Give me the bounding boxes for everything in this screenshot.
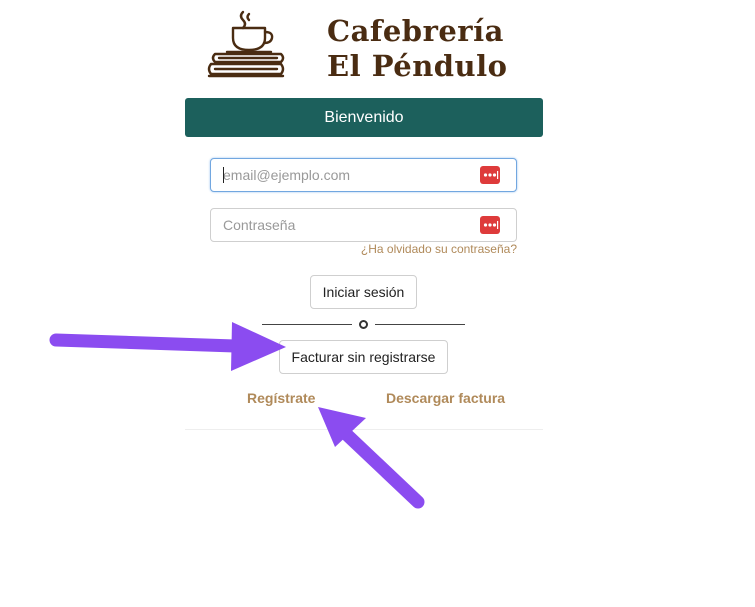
coffee-cup-on-books-icon <box>207 10 285 78</box>
password-manager-icon[interactable] <box>480 166 500 184</box>
welcome-banner: Bienvenido <box>185 98 543 137</box>
brand-name-line1: Cafebrería <box>327 14 504 48</box>
brand-logo: Cafebrería El Péndulo <box>205 8 507 84</box>
brand-name: Cafebrería El Péndulo <box>327 14 517 84</box>
download-invoice-link[interactable]: Descargar factura <box>386 390 505 406</box>
password-field[interactable] <box>210 208 517 242</box>
email-field[interactable] <box>210 158 517 192</box>
password-manager-icon[interactable] <box>480 216 500 234</box>
divider-left <box>262 324 352 325</box>
invoice-without-registering-button[interactable]: Facturar sin registrarse <box>279 340 448 374</box>
login-button[interactable]: Iniciar sesión <box>310 275 417 309</box>
text-cursor <box>223 167 224 183</box>
arrow-to-register-link <box>318 407 425 509</box>
arrow-to-invoice-button <box>49 322 286 371</box>
register-link[interactable]: Regístrate <box>247 390 315 406</box>
email-input[interactable] <box>211 159 483 191</box>
forgot-password-link[interactable]: ¿Ha olvidado su contraseña? <box>300 242 517 256</box>
brand-name-line2: El Péndulo <box>327 49 508 83</box>
divider-right <box>375 324 465 325</box>
password-input[interactable] <box>211 209 483 241</box>
divider-ornament <box>359 320 368 329</box>
footer-divider <box>185 429 543 430</box>
